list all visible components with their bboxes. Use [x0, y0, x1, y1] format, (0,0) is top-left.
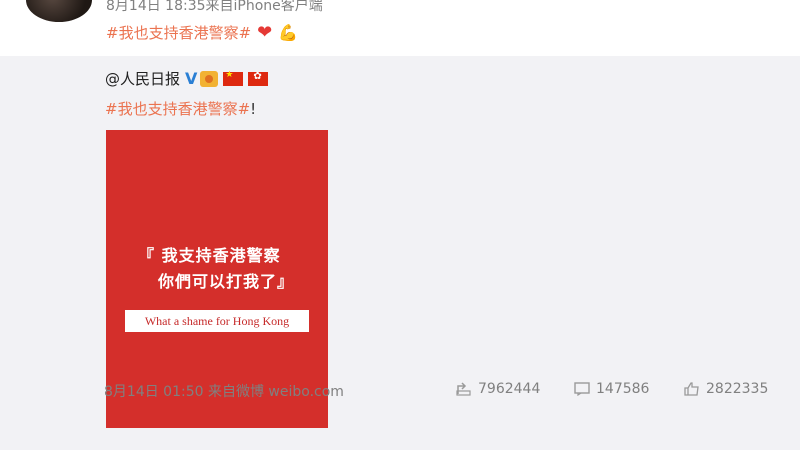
repost-topic-link[interactable]: #我也支持香港警察#	[105, 100, 250, 118]
repost-meta: 8月14日 01:50 来自微博 weibo.com	[104, 384, 344, 400]
verified-icon: V	[185, 69, 198, 88]
repost-author-link[interactable]: @人民日报	[105, 68, 180, 89]
image-caption: What a shame for Hong Kong	[125, 310, 309, 332]
image-line-1: 『 我支持香港警察	[138, 246, 281, 265]
repost-count: 7962444	[478, 381, 541, 397]
like-stat[interactable]: 2822335	[684, 381, 768, 397]
flexed-biceps-icon: 💪	[278, 22, 299, 42]
red-heart-icon: ❤	[257, 21, 273, 43]
repost-header: @人民日报 V	[105, 68, 269, 89]
comment-icon	[574, 382, 590, 396]
repost-text: #我也支持香港警察#!	[105, 100, 257, 118]
post-text: #我也支持香港警察# ❤ 💪	[106, 22, 298, 43]
post-meta: 8月14日 18:35来自iPhone客户端	[106, 0, 323, 14]
thumbs-up-icon	[684, 382, 699, 396]
comment-count: 147586	[596, 381, 650, 397]
image-line-2: 你們可以打我了』	[158, 272, 295, 291]
like-count: 2822335	[706, 381, 769, 397]
china-flag-icon	[223, 70, 244, 86]
comment-stat[interactable]: 147586	[574, 381, 649, 397]
repost-stat[interactable]: 7962444	[456, 381, 540, 397]
repost-footer-bar: 8月14日 01:50 来自微博 weibo.com 7962444 14758…	[0, 381, 800, 401]
medal-icon	[200, 70, 219, 87]
avatar[interactable]	[26, 0, 92, 22]
share-icon	[456, 382, 471, 396]
hong-kong-flag-icon	[248, 71, 269, 86]
post-topic-link[interactable]: #我也支持香港警察#	[106, 22, 251, 43]
repost-footer	[0, 437, 800, 457]
